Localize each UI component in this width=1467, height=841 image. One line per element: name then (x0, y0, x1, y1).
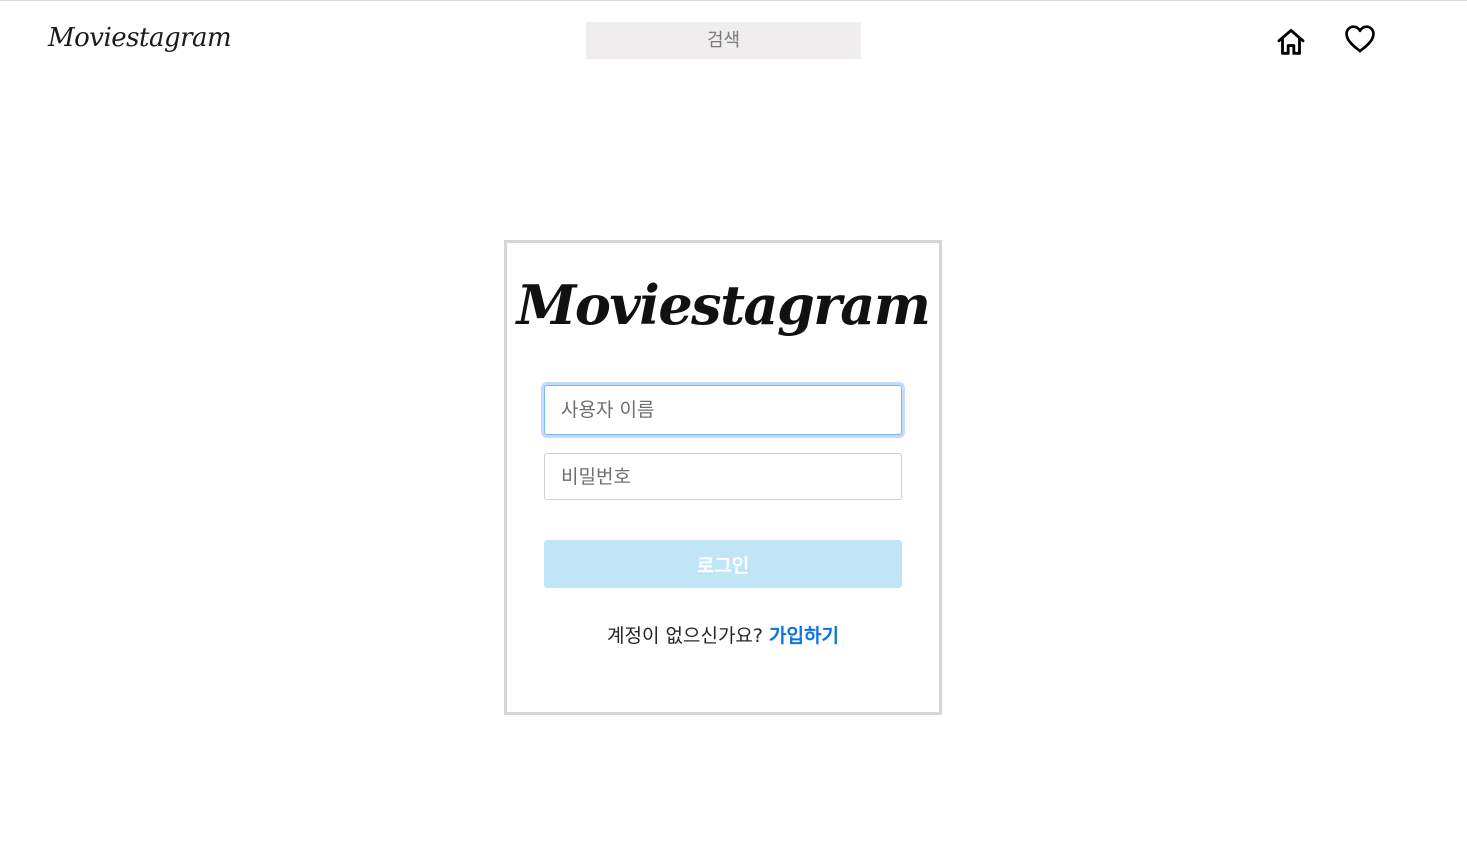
login-logo: Moviestagram (516, 273, 931, 337)
signup-prompt: 계정이 없으신가요? (607, 625, 770, 647)
heart-icon[interactable] (1343, 22, 1377, 56)
username-input[interactable] (544, 385, 902, 435)
signup-row: 계정이 없으신가요? 가입하기 (507, 621, 939, 648)
search-input[interactable] (586, 22, 861, 59)
brand-logo[interactable]: Moviestagram (48, 23, 232, 53)
password-input[interactable] (544, 453, 902, 500)
home-icon[interactable] (1274, 25, 1308, 59)
login-button[interactable]: 로그인 (544, 540, 902, 588)
login-card: Moviestagram 로그인 계정이 없으신가요? 가입하기 (504, 240, 942, 715)
signup-link[interactable]: 가입하기 (769, 625, 839, 647)
top-nav: Moviestagram (0, 1, 1467, 79)
